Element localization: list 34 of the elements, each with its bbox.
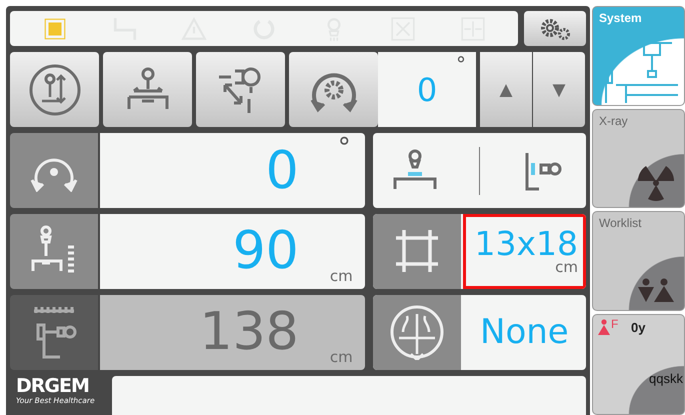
field-size-value: 13x18 [474, 227, 578, 260]
rotation-button[interactable] [289, 52, 378, 128]
field-size-icon [394, 228, 440, 274]
side-tab[interactable]: System [592, 6, 685, 106]
value-text: 138 [199, 302, 299, 362]
patient-name: qqskk [649, 370, 683, 386]
value-text: 0 [266, 140, 299, 201]
up-button[interactable]: ▲ [480, 52, 532, 128]
unit-label: cm [330, 348, 353, 366]
down-button[interactable]: ▼ [533, 52, 585, 128]
unit-label: cm [555, 260, 578, 276]
person-icon [597, 318, 611, 334]
side-tab[interactable]: Worklist [592, 211, 685, 310]
radiation-icon [636, 163, 676, 201]
tube-height-button[interactable] [10, 52, 99, 128]
tube-angle-button[interactable] [196, 52, 285, 128]
degree-unit: ° [456, 52, 466, 76]
settings-button[interactable] [524, 11, 586, 46]
unit-label: cm [330, 266, 353, 285]
people-icon [636, 278, 676, 304]
patient-sex: F [611, 316, 618, 330]
tube-height-icon [28, 62, 82, 117]
unit-label: ° [338, 133, 351, 164]
grid-icon [388, 304, 445, 360]
table-position-button[interactable] [103, 52, 192, 128]
logo-text: DRGEM [16, 376, 90, 396]
patient-card[interactable]: F 0y qqskk [592, 314, 685, 415]
patient-age: 0y [631, 320, 646, 334]
side-tab[interactable]: X-ray [592, 108, 685, 208]
angle-value: 0 [416, 70, 438, 109]
x-ray-system-icon [602, 40, 680, 102]
gears-icon [538, 16, 572, 41]
value-text: 90 [232, 221, 299, 282]
grid-value: None [479, 311, 570, 354]
